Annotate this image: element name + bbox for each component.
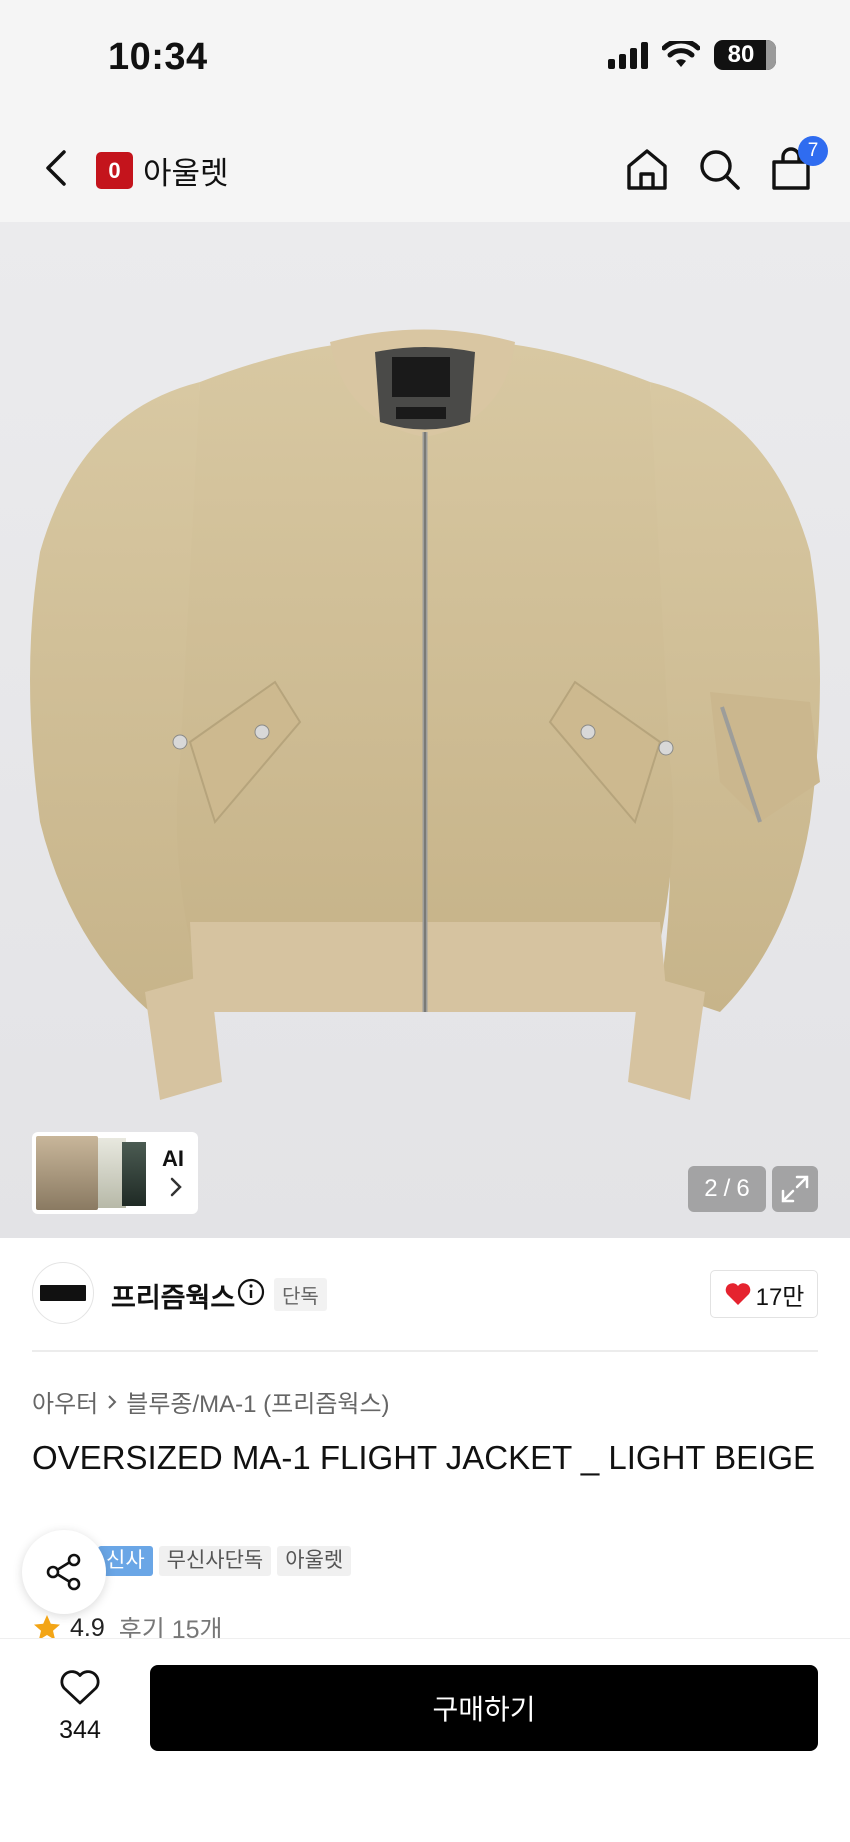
wifi-icon: [662, 41, 700, 67]
back-icon[interactable]: [36, 146, 76, 190]
status-bar: 10:34 80: [0, 0, 850, 110]
product-image-carousel[interactable]: AI 2 / 6: [0, 222, 850, 1238]
brand-row: 프리즘웍스 단독 17만: [32, 1262, 818, 1326]
brand-avatar[interactable]: [32, 1262, 94, 1324]
brand-logo-mark: [40, 1285, 86, 1301]
share-button[interactable]: [22, 1530, 106, 1614]
store-name: 아울렛: [143, 156, 229, 191]
divider: [32, 1350, 818, 1352]
expand-icon: [781, 1175, 809, 1203]
signal-icon: [608, 41, 648, 69]
ai-label: AI: [162, 1146, 184, 1171]
heart-filled-icon: [725, 1283, 750, 1305]
wishlist-count: 344: [59, 1716, 101, 1744]
wishlist-button[interactable]: 344: [40, 1669, 120, 1745]
search-icon[interactable]: [696, 146, 742, 192]
expand-button[interactable]: [772, 1166, 818, 1212]
bottom-action-bar: 344 구매하기: [0, 1638, 850, 1842]
tag-outlet: 아울렛: [277, 1546, 352, 1576]
battery-level: 80: [727, 41, 755, 68]
nav-bar: 0 아울렛 7: [0, 110, 850, 222]
chevron-right-icon: [108, 1394, 117, 1409]
product-title: OVERSIZED MA-1 FLIGHT JACKET _ LIGHT BEI…: [32, 1439, 816, 1476]
tag-sinsa: 신사: [98, 1546, 153, 1576]
ai-styling-thumbnail[interactable]: AI: [32, 1132, 198, 1214]
breadcrumb: 아우터 블루종/MA-1 (프리즘웍스): [32, 1384, 390, 1419]
image-counter: 2 / 6: [688, 1166, 766, 1212]
share-icon: [46, 1553, 81, 1591]
image-counter-current: 2: [704, 1175, 718, 1202]
thumbnail-image-3: [122, 1142, 146, 1206]
product-image: [30, 329, 820, 1100]
brand-like-button[interactable]: 17만: [710, 1270, 818, 1318]
heart-outline-icon: [60, 1670, 100, 1705]
store-logo: 0: [96, 152, 133, 189]
brand-name[interactable]: 프리즘웍스: [111, 1276, 235, 1315]
cart-button[interactable]: 7: [768, 136, 828, 192]
store-brand[interactable]: 0 아울렛: [96, 148, 229, 193]
info-icon[interactable]: [237, 1278, 265, 1306]
home-icon[interactable]: [624, 146, 670, 192]
product-tags: 신사 무신사단독 아울렛: [98, 1546, 352, 1576]
battery-icon: 80: [714, 40, 776, 70]
buy-button[interactable]: 구매하기: [150, 1665, 818, 1751]
exclusive-tag: 단독: [274, 1278, 327, 1311]
breadcrumb-category[interactable]: 아우터: [32, 1384, 98, 1419]
brand-like-count: 17만: [755, 1283, 805, 1311]
tag-musinsa-exclusive: 무신사단독: [158, 1546, 272, 1576]
chevron-right-icon: [170, 1177, 182, 1197]
breadcrumb-subcategory[interactable]: 블루종/MA-1 (프리즘웍스): [126, 1384, 389, 1419]
image-counter-total: 6: [736, 1175, 750, 1202]
image-counter-separator: /: [723, 1175, 731, 1202]
cart-count-badge: 7: [798, 136, 828, 166]
status-icons: 80: [608, 40, 776, 70]
thumbnail-image: [36, 1136, 98, 1210]
status-time: 10:34: [108, 36, 208, 78]
